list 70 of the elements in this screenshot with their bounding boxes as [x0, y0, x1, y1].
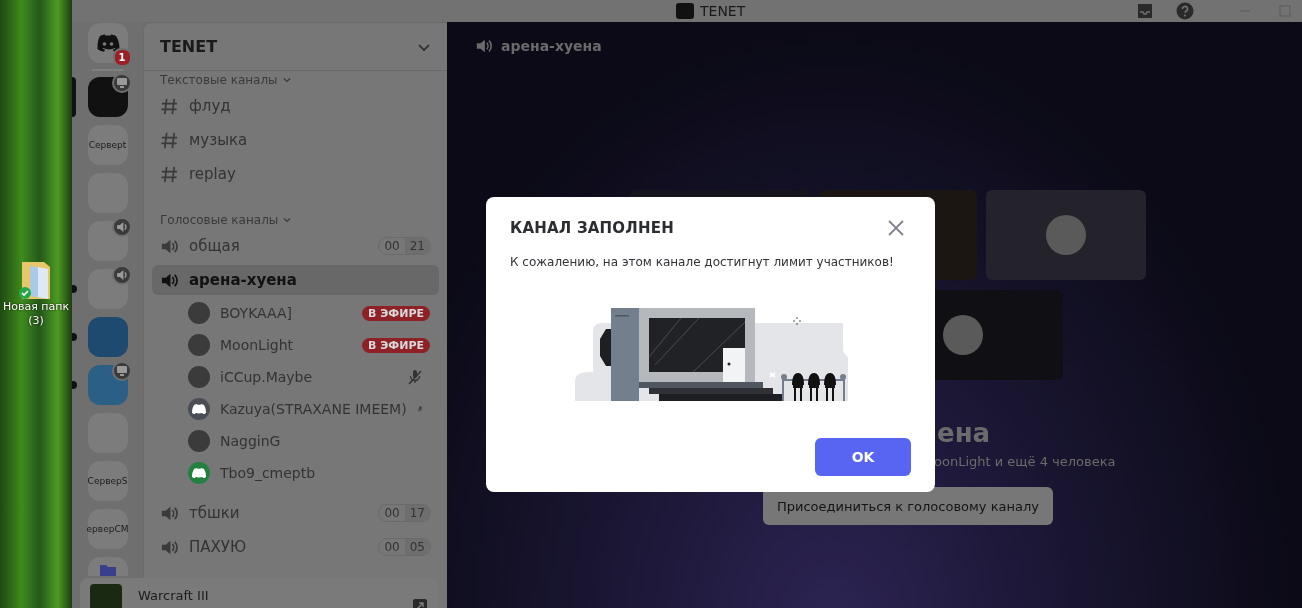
muted-microphone-icon [407, 369, 423, 385]
member-name[interactable]: NagginG [220, 433, 281, 449]
channel-item[interactable]: флуд [152, 89, 439, 123]
member-name[interactable]: MoonLight [220, 337, 294, 353]
avatar-photo [188, 302, 210, 324]
server-image-icon[interactable] [87, 77, 128, 117]
monitor-icon [111, 73, 132, 93]
server-icon[interactable] [87, 269, 128, 309]
server-name[interactable]: TENET [160, 37, 218, 56]
server-icon[interactable]: СерверS [87, 461, 128, 501]
inbox-icon[interactable] [1136, 2, 1154, 20]
folder-label: Новая папк [2, 300, 70, 314]
selected-indicator [72, 77, 76, 117]
monitor-icon [111, 361, 132, 381]
help-icon[interactable] [1176, 2, 1194, 20]
avatar-photo [188, 366, 210, 388]
server-logo-icon [676, 3, 694, 19]
member-name[interactable]: iCCup.Maybe [220, 369, 313, 385]
server-icon[interactable]: Сервept [87, 125, 128, 165]
hash-icon [160, 164, 179, 184]
notification-badge: 1 [112, 48, 132, 67]
speaker-icon [475, 37, 493, 55]
game-image [90, 584, 122, 608]
channel-item[interactable]: тбшки 00 17 [152, 496, 439, 530]
hash-icon [160, 96, 179, 116]
speaker-icon [111, 265, 132, 285]
live-badge: В ЭФИРЕ [362, 337, 430, 353]
participant-tile[interactable] [986, 190, 1146, 280]
chevron-icon [281, 75, 292, 85]
server-image-icon[interactable] [87, 365, 128, 405]
category-header[interactable]: Текстовые каналы [152, 71, 439, 89]
discord-logo-icon [95, 34, 120, 52]
join-voice-button[interactable]: Присоединиться к голосовому каналу [763, 487, 1053, 525]
avatar-photo [188, 430, 210, 452]
avatar-photo [188, 334, 210, 356]
participants-text: oonLight и ещё 4 человека [934, 454, 1117, 469]
member-name[interactable]: Tbo9_cmeptb [220, 465, 316, 481]
hash-icon [160, 130, 179, 150]
server-name: СерверS [87, 476, 128, 486]
speaker-icon [111, 217, 132, 237]
channel-heading: ена [937, 418, 992, 448]
close-icon[interactable] [887, 219, 905, 237]
server-name: ерверСМ [86, 524, 129, 534]
server-name: Сервept [88, 140, 127, 150]
channel-item[interactable]: replay [152, 157, 439, 191]
member-name[interactable]: BOYKAAA] [220, 305, 293, 321]
avatar-photo [943, 315, 983, 355]
activity-name: Warcraft III [138, 588, 209, 603]
server-icon[interactable]: ерверСМ [87, 509, 128, 549]
server-icon[interactable] [87, 221, 128, 261]
channel-item[interactable]: общая 00 21 [152, 229, 439, 263]
dialog-title: КАНАЛ ЗАПОЛНЕН [510, 219, 674, 237]
channel-title: арена-хуена [501, 38, 602, 54]
dialog-message: К сожалению, на этом канале достигнут лимит участников! [510, 255, 895, 269]
unread-indicator [72, 333, 77, 341]
unread-indicator [72, 381, 77, 389]
ok-button[interactable]: OK [815, 438, 911, 476]
avatar-photo [1046, 215, 1086, 255]
category-header[interactable]: Голосовые каналы [152, 211, 439, 229]
folder-label: (3) [28, 314, 44, 328]
server-icon[interactable] [87, 557, 128, 576]
window-title: TENET [700, 3, 746, 19]
member-name[interactable]: Kazuya(STRAXANE IMEEM) [220, 401, 407, 417]
channel-item[interactable]: ПАХУЮ 00 05 [152, 530, 439, 564]
channel-item[interactable]: музыка [152, 123, 439, 157]
folder-icon [99, 564, 116, 576]
channel-item[interactable]: арена-хуена [152, 265, 439, 295]
live-badge: В ЭФИРЕ [362, 305, 430, 321]
chevron-icon [282, 215, 293, 225]
unread-indicator [72, 285, 77, 293]
